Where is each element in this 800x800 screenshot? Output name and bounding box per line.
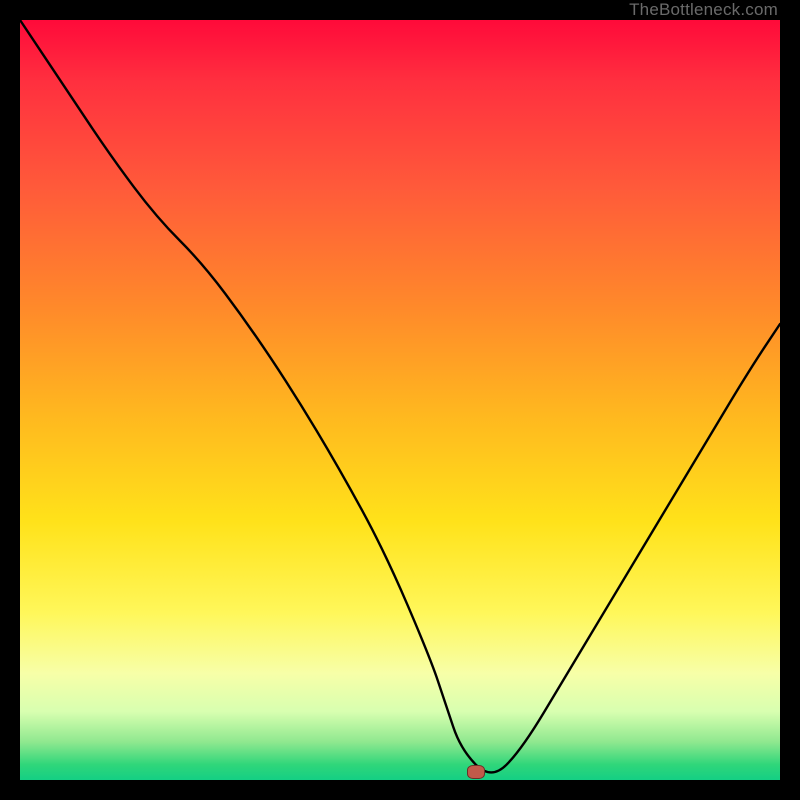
optimal-point-marker: [467, 765, 485, 779]
chart-frame: TheBottleneck.com: [0, 0, 800, 800]
bottleneck-curve: [20, 20, 780, 780]
plot-area: [20, 20, 780, 780]
watermark-text: TheBottleneck.com: [629, 0, 778, 20]
